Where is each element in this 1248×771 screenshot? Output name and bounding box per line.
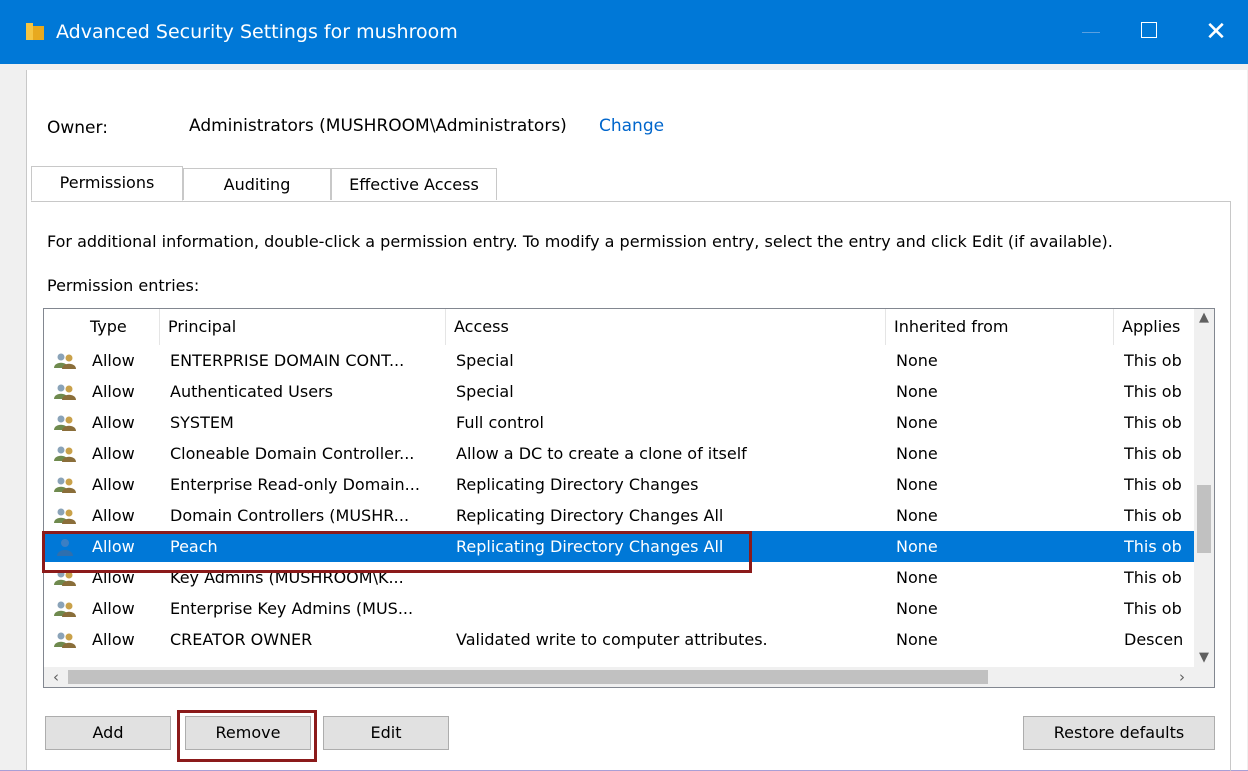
cell-inherited-from: None [896,475,938,494]
permission-entry-row[interactable]: Allow Domain Controllers (MUSHR... Replica… [44,500,1194,531]
cell-inherited-from: None [896,413,938,432]
highlight-box-remove-button [177,710,317,762]
tab-auditing[interactable]: Auditing [183,168,331,200]
vertical-scrollbar[interactable]: ▲ ▼ [1194,309,1214,667]
cell-applies-to: This ob [1124,382,1182,401]
cell-inherited-from: None [896,444,938,463]
cell-inherited-from: None [896,351,938,370]
cell-principal: Cloneable Domain Controller... [170,444,415,463]
cell-principal: Authenticated Users [170,382,333,401]
group-icon [54,601,76,617]
cell-inherited-from: None [896,599,938,618]
group-icon [54,477,76,493]
cell-applies-to: This ob [1124,568,1182,587]
permission-entries-list[interactable]: Type Principal Access Inherited from App… [43,308,1215,688]
cell-applies-to: This ob [1124,351,1182,370]
scroll-left-arrow-icon[interactable]: ‹ [46,667,66,687]
dialog-content: Owner: Administrators (MUSHROOM\Administ… [26,70,1247,771]
cell-inherited-from: None [896,506,938,525]
minimize-button[interactable] [1058,0,1124,64]
cell-access: Special [456,382,514,401]
cell-principal: SYSTEM [170,413,234,432]
scroll-down-arrow-icon[interactable]: ▼ [1194,649,1214,667]
group-icon [54,632,76,648]
cell-principal: CREATOR OWNER [170,630,313,649]
cell-type: Allow [92,351,135,370]
group-icon [54,384,76,400]
cell-type: Allow [92,382,135,401]
cell-type: Allow [92,506,135,525]
add-button[interactable]: Add [45,716,171,750]
cell-type: Allow [92,630,135,649]
scroll-right-arrow-icon[interactable]: › [1172,667,1192,687]
cell-principal: Enterprise Key Admins (MUS... [170,599,414,618]
owner-value: Administrators (MUSHROOM\Administrators) [189,116,567,136]
group-icon [54,353,76,369]
group-icon [54,415,76,431]
cell-principal: Domain Controllers (MUSHR... [170,506,410,525]
cell-applies-to: This ob [1124,475,1182,494]
highlight-box-selected-entry [42,531,752,573]
tab-effective-access[interactable]: Effective Access [331,168,497,200]
tab-permissions[interactable]: Permissions [31,166,183,201]
column-header-inherited-from[interactable]: Inherited from [886,309,1114,345]
permission-entry-row[interactable]: Allow Enterprise Read-only Domain... Repli… [44,469,1194,500]
edit-button[interactable]: Edit [323,716,449,750]
cell-applies-to: Descen [1124,630,1184,649]
cell-type: Allow [92,413,135,432]
cell-inherited-from: None [896,568,938,587]
title-bar: Advanced Security Settings for mushroom … [0,0,1248,64]
cell-access: Validated write to computer attributes. [456,630,768,649]
scroll-up-arrow-icon[interactable]: ▲ [1194,309,1214,327]
change-owner-link[interactable]: Change [599,116,664,136]
restore-defaults-button[interactable]: Restore defaults [1023,716,1215,750]
cell-principal: ENTERPRISE DOMAIN CONT... [170,351,405,370]
permission-entry-row[interactable]: Allow Cloneable Domain Controller... Allow… [44,438,1194,469]
horizontal-scroll-thumb[interactable] [68,670,988,684]
permission-entry-row[interactable]: Allow Authenticated Users Special None This … [44,376,1194,407]
scrollbar-corner [1194,667,1214,687]
cell-access: Special [456,351,514,370]
window-title: Advanced Security Settings for mushroom [56,21,458,43]
cell-access: Full control [456,413,544,432]
permission-entries-label: Permission entries: [47,276,200,295]
maximize-button[interactable] [1118,0,1184,64]
cell-principal: Enterprise Read-only Domain... [170,475,420,494]
cell-access: Allow a DC to create a clone of itself [456,444,747,463]
cell-applies-to: This ob [1124,599,1182,618]
permission-entry-row[interactable]: Allow ENTERPRISE DOMAIN CONT... Special Non… [44,345,1194,376]
column-header-principal[interactable]: Principal [160,309,446,345]
vertical-scroll-thumb[interactable] [1197,485,1211,553]
column-header-access[interactable]: Access [446,309,886,345]
permission-entry-row[interactable]: Allow Enterprise Key Admins (MUS... None Th… [44,593,1194,624]
cell-applies-to: This ob [1124,506,1182,525]
cell-access: Replicating Directory Changes [456,475,699,494]
cell-inherited-from: None [896,382,938,401]
cell-applies-to: This ob [1124,444,1182,463]
horizontal-scrollbar[interactable]: ‹ › [44,667,1194,687]
cell-applies-to: This ob [1124,413,1182,432]
info-text: For additional information, double-click… [47,232,1113,251]
group-icon [54,446,76,462]
column-header-applies-to[interactable]: Applies [1114,309,1194,345]
tab-panel-border-right [1230,201,1231,771]
cell-inherited-from: None [896,537,938,556]
cell-inherited-from: None [896,630,938,649]
group-icon [54,508,76,524]
column-header-type[interactable]: Type [82,309,160,345]
cell-access: Replicating Directory Changes All [456,506,724,525]
cell-type: Allow [92,599,135,618]
security-settings-window: Advanced Security Settings for mushroom … [0,0,1248,771]
permission-entry-row[interactable]: Allow CREATOR OWNER Validated write to com… [44,624,1194,655]
permission-entry-row[interactable]: Allow SYSTEM Full control None This ob [44,407,1194,438]
cell-access [456,593,886,624]
cell-type: Allow [92,475,135,494]
close-button[interactable]: ✕ [1184,0,1248,64]
cell-type: Allow [92,444,135,463]
tab-panel-border [31,201,1231,202]
cell-applies-to: This ob [1124,537,1182,556]
folder-icon [26,23,44,40]
owner-label: Owner: [47,118,108,138]
